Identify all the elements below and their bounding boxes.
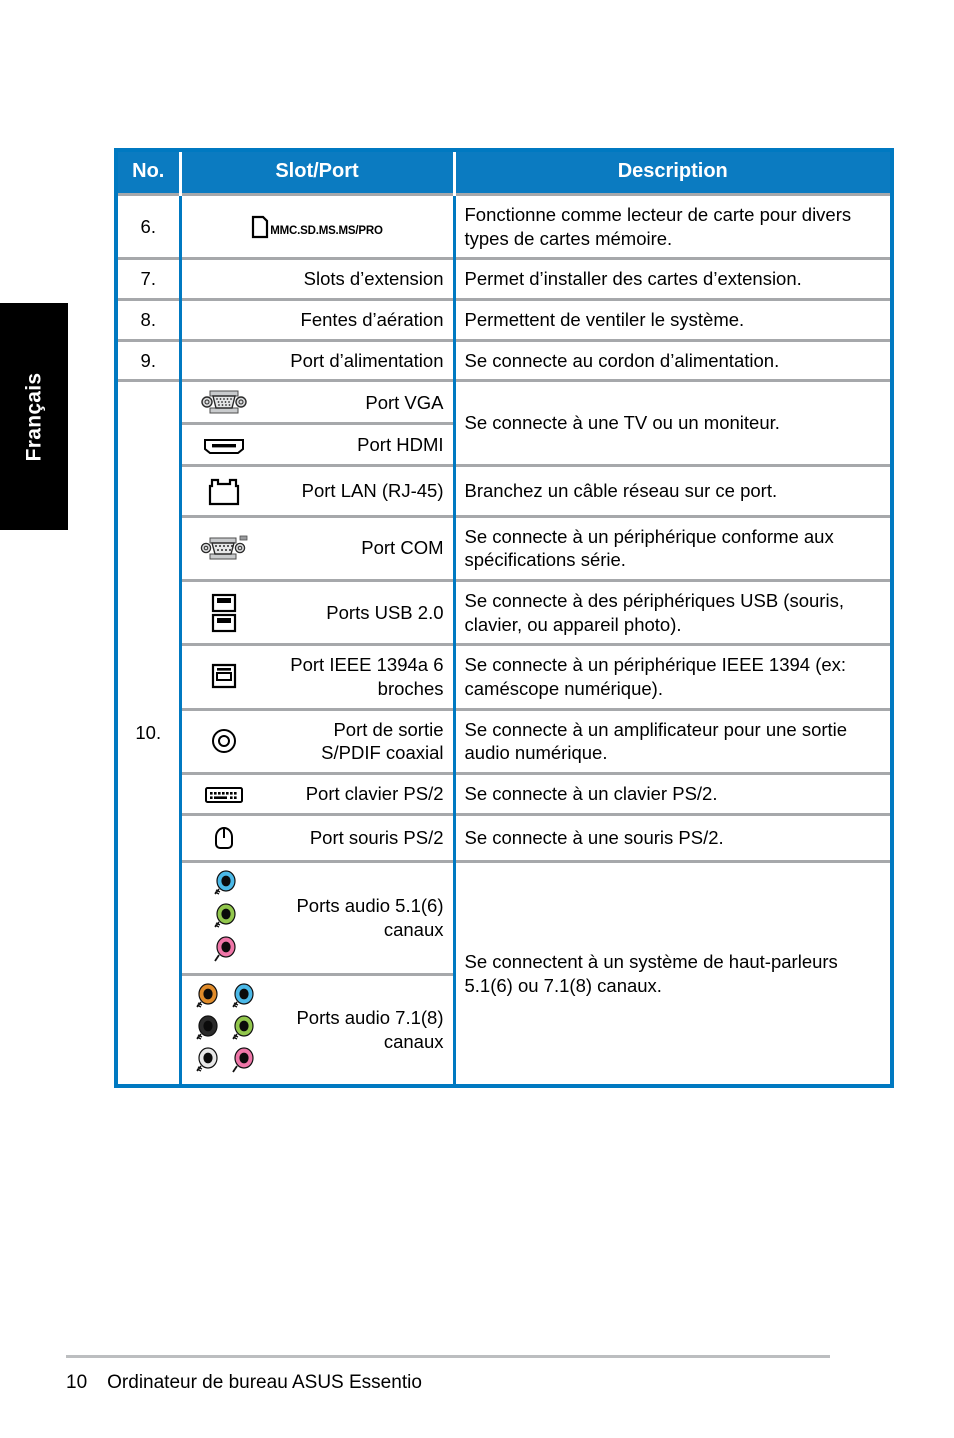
port-icon-cell (180, 578, 266, 645)
port-icon-cell (180, 514, 266, 581)
description-cell: Branchez un câble réseau sur ce port. (452, 463, 892, 517)
audio-jack-orange-icon (193, 983, 219, 1013)
ps2-mouse-icon (212, 823, 236, 853)
description-cell: Se connecte à une souris PS/2. (452, 813, 892, 862)
lan-port-icon (205, 474, 243, 508)
table-header-row: No. Slot/Port Description (116, 150, 892, 195)
table-row: 7. Slots d’extension Permet d’installer … (116, 257, 892, 300)
description-cell: Se connecte à des périphériques USB (sou… (452, 578, 892, 645)
spdif-coaxial-icon (209, 726, 239, 756)
audio-5-1-icon (191, 870, 258, 966)
table-row: Port clavier PS/2 Se connecte à un clavi… (116, 771, 892, 815)
port-label: Port clavier PS/2 (266, 771, 454, 815)
usb-port-icon (208, 592, 240, 634)
port-icon-cell (180, 379, 266, 424)
port-icon-cell (180, 707, 266, 774)
port-label: Port souris PS/2 (266, 813, 454, 862)
port-icon-cell (180, 973, 266, 1087)
description-cell: Se connecte à un amplificateur pour une … (452, 707, 892, 774)
port-icon-cell (180, 771, 266, 815)
table-row: Port IEEE 1394a 6 broches Se connecte à … (116, 643, 892, 710)
port-label: Port LAN (RJ-45) (266, 463, 454, 517)
description-cell: Fonctionne comme lecteur de carte pour d… (452, 192, 892, 259)
column-header-slot-port: Slot/Port (180, 150, 456, 195)
ports-specification-table: No. Slot/Port Description 6. MMC.SD.MS.M… (114, 148, 894, 1089)
port-label: Port VGA (266, 379, 454, 424)
table-row: Port de sortie S/PDIF coaxial Se connect… (116, 707, 892, 774)
row-number: 6. (116, 192, 182, 259)
audio-jack-pink-icon (229, 1047, 255, 1077)
description-cell: Se connectent à un système de haut-parle… (452, 860, 892, 1087)
table-row: 9. Port d’alimentation Se connecte au co… (116, 338, 892, 381)
description-cell: Se connecte au cordon d’alimentation. (452, 338, 892, 381)
description-cell: Se connecte à un périphérique conforme a… (452, 514, 892, 581)
table-row: 10. Port VGA Se connecte à une TV ou un … (116, 379, 892, 1087)
table-row: Port souris PS/2 Se connecte à une souri… (116, 813, 892, 862)
port-icon-cell (180, 860, 266, 975)
description-cell: Se connecte à une TV ou un moniteur. (452, 379, 892, 466)
port-icon-cell (180, 463, 266, 517)
com-port-icon (199, 534, 249, 562)
column-header-no: No. (116, 150, 182, 195)
port-label: Port de sortie S/PDIF coaxial (266, 707, 454, 774)
slot-port-cell: Slots d’extension (180, 257, 454, 300)
port-icon-cell (180, 643, 266, 710)
page-footer: 10 Ordinateur de bureau ASUS Essentio (66, 1355, 888, 1394)
table-row: Port LAN (RJ-45) Branchez un câble résea… (116, 463, 892, 517)
audio-7-1-icon (191, 983, 258, 1077)
port-icon-cell (180, 422, 266, 466)
row-number: 7. (116, 257, 182, 300)
footer-title: Ordinateur de bureau ASUS Essentio (107, 1372, 422, 1393)
audio-jack-pink-icon (211, 936, 237, 966)
audio-jack-blue-icon (211, 870, 237, 900)
hdmi-port-icon (201, 435, 247, 457)
language-tab-francais: Français (0, 303, 68, 530)
description-cell: Se connecte à un périphérique IEEE 1394 … (452, 643, 892, 710)
ieee1394-port-icon (206, 660, 242, 694)
footer-page-number: 10 (66, 1372, 88, 1393)
footer-divider (66, 1355, 830, 1358)
row-number: 9. (116, 338, 182, 381)
vga-port-icon (201, 389, 247, 415)
slot-port-cell: MMC.SD.MS.MS/PRO (180, 192, 454, 259)
memory-card-icon (251, 215, 269, 239)
port-label: Ports audio 7.1(8) canaux (266, 973, 454, 1087)
ps2-keyboard-icon (203, 784, 245, 806)
audio-jack-black-icon (193, 1015, 219, 1045)
memory-card-label: MMC.SD.MS.MS/PRO (270, 225, 383, 238)
table-row: 6. MMC.SD.MS.MS/PRO Fonctionne comme lec… (116, 192, 892, 259)
slot-port-cell: Fentes d’aération (180, 298, 454, 341)
port-icon-cell (180, 813, 266, 862)
port-label: Port IEEE 1394a 6 broches (266, 643, 454, 710)
description-cell: Se connecte à un clavier PS/2. (452, 771, 892, 815)
description-cell: Permettent de ventiler le système. (452, 298, 892, 341)
slot-port-cell: Port d’alimentation (180, 338, 454, 381)
row-number-group-10: 10. (116, 379, 182, 1087)
table-row: Port COM Se connecte à un périphérique c… (116, 514, 892, 581)
description-cell: Permet d’installer des cartes d’extensio… (452, 257, 892, 300)
row-number: 8. (116, 298, 182, 341)
column-header-description: Description (454, 150, 892, 195)
table-row: 8. Fentes d’aération Permettent de venti… (116, 298, 892, 341)
table-row: Ports USB 2.0 Se connecte à des périphér… (116, 578, 892, 645)
audio-jack-green-icon (229, 1015, 255, 1045)
port-label: Ports audio 5.1(6) canaux (266, 860, 454, 975)
audio-jack-green-icon (211, 903, 237, 933)
port-label: Ports USB 2.0 (266, 578, 454, 645)
port-label: Port HDMI (266, 422, 454, 466)
language-tab-label: Français (22, 372, 45, 461)
port-label: Port COM (266, 514, 454, 581)
audio-jack-gray-icon (193, 1047, 219, 1077)
audio-jack-blue-icon (229, 983, 255, 1013)
table-row: Ports audio 5.1(6) canaux Se connectent … (116, 860, 892, 1087)
